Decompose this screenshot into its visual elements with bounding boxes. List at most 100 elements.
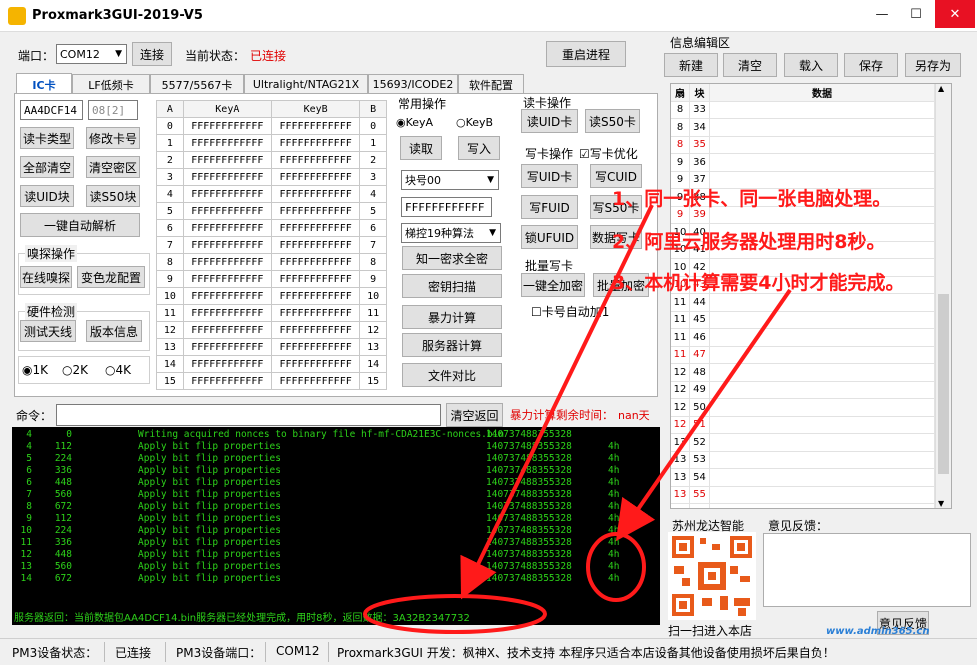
clear-button[interactable]: 清空	[723, 53, 777, 77]
connect-button[interactable]: 连接	[132, 42, 172, 66]
new-button[interactable]: 新建	[664, 53, 718, 77]
auto-increment-checkbox[interactable]: ☐卡号自动加1	[531, 303, 609, 320]
grid-data-cell[interactable]	[710, 346, 935, 363]
tab-ic[interactable]: IC卡	[16, 73, 72, 95]
grid-row[interactable]: 8 34	[671, 119, 935, 137]
sector-a-cell[interactable]: 3	[156, 168, 184, 186]
key-table-row[interactable]: 3 FFFFFFFFFFFF FFFFFFFFFFFF 3	[156, 168, 387, 186]
sector-a-cell[interactable]: 6	[156, 219, 184, 237]
grid-row[interactable]: 12 49	[671, 381, 935, 399]
grid-data-cell[interactable]	[710, 294, 935, 311]
keyb-radio[interactable]: ○KeyB	[456, 116, 493, 129]
sector-b-cell[interactable]: 3	[359, 168, 387, 186]
keya-cell[interactable]: FFFFFFFFFFFF	[182, 287, 272, 305]
restart-button[interactable]: 重启进程	[546, 41, 626, 67]
read-uid-card-button[interactable]: 读UID卡	[521, 109, 578, 133]
sector-b-cell[interactable]: 11	[359, 304, 387, 322]
grid-data-cell[interactable]	[710, 399, 935, 416]
block-select[interactable]: 块号00 ▼	[401, 170, 499, 190]
grid-row[interactable]: 13 52	[671, 434, 935, 452]
port-select[interactable]: COM12 ▼	[56, 44, 127, 64]
grid-row[interactable]: 13 54	[671, 469, 935, 487]
server-compute-button[interactable]: 服务器计算	[402, 333, 502, 357]
sector-b-cell[interactable]: 0	[359, 117, 387, 135]
grid-row[interactable]: 8 33	[671, 101, 935, 119]
keya-cell[interactable]: FFFFFFFFFFFF	[182, 202, 272, 220]
size-2k-radio[interactable]: ○2K	[62, 363, 88, 377]
tab-lf[interactable]: LF低频卡	[72, 74, 150, 94]
keya-cell[interactable]: FFFFFFFFFFFF	[182, 372, 272, 390]
keyb-cell[interactable]: FFFFFFFFFFFF	[270, 270, 361, 288]
algorithm-select[interactable]: 梯控19种算法 ▼	[401, 223, 501, 243]
sector-b-cell[interactable]: 1	[359, 134, 387, 152]
key-table-row[interactable]: 11 FFFFFFFFFFFF FFFFFFFFFFFF 11	[156, 304, 387, 322]
key-scan-button[interactable]: 密钥扫描	[402, 274, 502, 298]
sector-b-cell[interactable]: 2	[359, 151, 387, 169]
sector-a-cell[interactable]: 13	[156, 338, 184, 356]
keya-cell[interactable]: FFFFFFFFFFFF	[182, 185, 272, 203]
key-table-row[interactable]: 6 FFFFFFFFFFFF FFFFFFFFFFFF 6	[156, 219, 387, 237]
brute-force-button[interactable]: 暴力计算	[402, 305, 502, 329]
keya-cell[interactable]: FFFFFFFFFFFF	[182, 219, 272, 237]
online-sniff-button[interactable]: 在线嗅探	[20, 266, 72, 288]
key-table-row[interactable]: 1 FFFFFFFFFFFF FFFFFFFFFFFF 1	[156, 134, 387, 152]
clear-all-button[interactable]: 全部清空	[20, 156, 74, 178]
keyb-cell[interactable]: FFFFFFFFFFFF	[270, 117, 361, 135]
command-input[interactable]	[56, 404, 441, 426]
keya-cell[interactable]: FFFFFFFFFFFF	[182, 321, 272, 339]
write-button[interactable]: 写入	[458, 136, 500, 160]
scroll-down-icon[interactable]: ▼	[938, 499, 944, 508]
clear-keys-button[interactable]: 清空密区	[86, 156, 140, 178]
grid-data-cell[interactable]	[710, 451, 935, 468]
grid-row[interactable]: 13 55	[671, 486, 935, 504]
sector-b-cell[interactable]: 14	[359, 355, 387, 373]
sector-b-cell[interactable]: 15	[359, 372, 387, 390]
keya-cell[interactable]: FFFFFFFFFFFF	[182, 304, 272, 322]
keyb-cell[interactable]: FFFFFFFFFFFF	[270, 134, 361, 152]
close-icon[interactable]: ✕	[935, 0, 975, 28]
grid-data-cell[interactable]	[710, 101, 935, 118]
sector-a-cell[interactable]: 12	[156, 321, 184, 339]
sector-a-cell[interactable]: 5	[156, 202, 184, 220]
save-button[interactable]: 保存	[844, 53, 898, 77]
grid-row[interactable]: 11 47	[671, 346, 935, 364]
auto-parse-button[interactable]: 一键自动解析	[20, 213, 140, 237]
sector-b-cell[interactable]: 8	[359, 253, 387, 271]
chameleon-config-button[interactable]: 变色龙配置	[77, 266, 145, 288]
grid-data-cell[interactable]	[710, 504, 935, 508]
keya-cell[interactable]: FFFFFFFFFFFF	[182, 270, 272, 288]
minimize-icon[interactable]: —	[865, 0, 899, 28]
key-table-row[interactable]: 9 FFFFFFFFFFFF FFFFFFFFFFFF 9	[156, 270, 387, 288]
sector-b-cell[interactable]: 4	[359, 185, 387, 203]
key-table-row[interactable]: 4 FFFFFFFFFFFF FFFFFFFFFFFF 4	[156, 185, 387, 203]
grid-data-cell[interactable]	[710, 119, 935, 136]
key-table-row[interactable]: 0 FFFFFFFFFFFF FFFFFFFFFFFF 0	[156, 117, 387, 135]
uid-field[interactable]: AA4DCF14	[20, 100, 83, 120]
size-4k-radio[interactable]: ○4K	[105, 363, 131, 377]
sector-a-cell[interactable]: 8	[156, 253, 184, 271]
key-table-row[interactable]: 12 FFFFFFFFFFFF FFFFFFFFFFFF 12	[156, 321, 387, 339]
sector-b-cell[interactable]: 9	[359, 270, 387, 288]
grid-data-cell[interactable]	[710, 416, 935, 433]
key-table-row[interactable]: 10 FFFFFFFFFFFF FFFFFFFFFFFF 10	[156, 287, 387, 305]
sector-a-cell[interactable]: 15	[156, 372, 184, 390]
sector-a-cell[interactable]: 10	[156, 287, 184, 305]
maximize-icon[interactable]: ☐	[899, 0, 933, 28]
keyb-cell[interactable]: FFFFFFFFFFFF	[270, 304, 361, 322]
sector-b-cell[interactable]: 12	[359, 321, 387, 339]
sector-b-cell[interactable]: 13	[359, 338, 387, 356]
keya-cell[interactable]: FFFFFFFFFFFF	[182, 168, 272, 186]
grid-data-cell[interactable]	[710, 136, 935, 153]
sector-a-cell[interactable]: 9	[156, 270, 184, 288]
tab-settings[interactable]: 软件配置	[458, 74, 524, 94]
sector-a-cell[interactable]: 1	[156, 134, 184, 152]
keyb-cell[interactable]: FFFFFFFFFFFF	[270, 372, 361, 390]
feedback-textarea[interactable]	[763, 533, 971, 607]
keyb-cell[interactable]: FFFFFFFFFFFF	[270, 185, 361, 203]
grid-row[interactable]: 11 46	[671, 329, 935, 347]
read-uid-block-button[interactable]: 读UID块	[20, 185, 74, 207]
output-terminal[interactable]: 4 0 Writing acquired nonces to binary file…	[12, 427, 660, 625]
sector-b-cell[interactable]: 10	[359, 287, 387, 305]
write-uid-card-button[interactable]: 写UID卡	[521, 164, 578, 188]
sector-b-cell[interactable]: 6	[359, 219, 387, 237]
